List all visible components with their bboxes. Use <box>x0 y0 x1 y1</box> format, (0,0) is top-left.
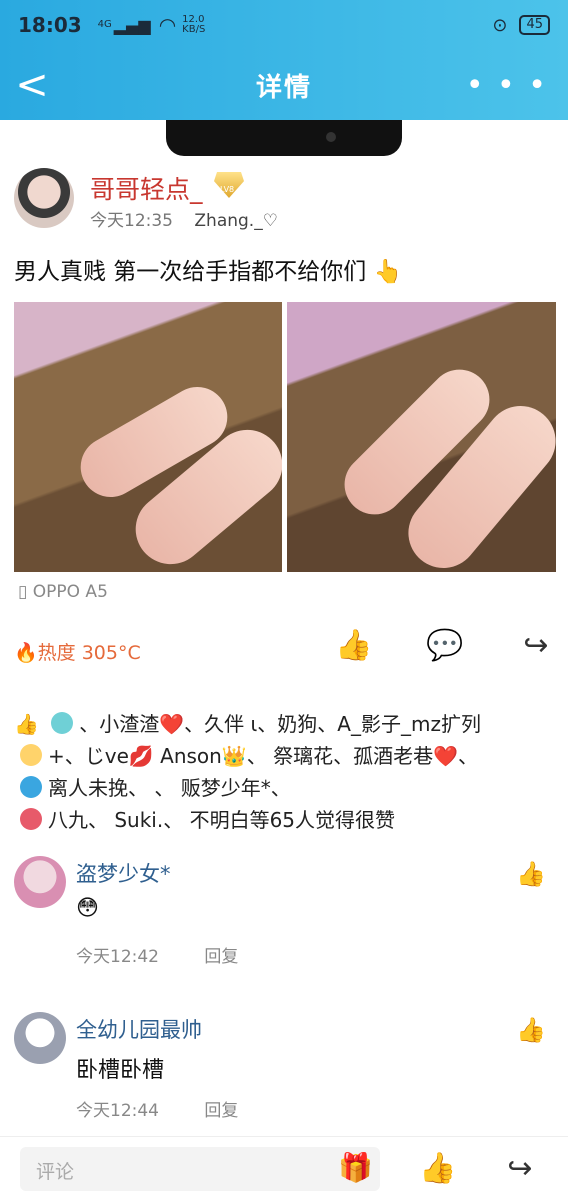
bottom-action-bar: 评论 🎁 👍 ↪ <box>0 1136 568 1200</box>
post-time: 今天12:35 <box>90 211 173 231</box>
commenter-avatar[interactable] <box>14 1012 66 1064</box>
user-avatar-icon[interactable] <box>20 744 42 766</box>
heat-indicator: 🔥热度 305°C <box>14 642 141 664</box>
likes-list: 👍 、小渣渣❤️、久伴 ι、奶狗、A_影子_mz扩列 +、じve💋 Anson👑… <box>14 708 554 836</box>
user-avatar-icon[interactable] <box>51 712 74 734</box>
wifi-icon: ◠ <box>158 13 177 37</box>
share-button[interactable]: ↪ <box>516 626 556 666</box>
share-arrow-icon: ↪ <box>507 1151 533 1186</box>
comment-item: 盗梦少女* 😳 今天12:42 回复 👍 <box>14 856 554 976</box>
like-button[interactable]: 👍 <box>334 626 374 666</box>
comment-input[interactable]: 评论 <box>20 1147 380 1191</box>
gift-icon[interactable]: 🎁 <box>338 1151 373 1184</box>
post-meta: 今天12:35 Zhang._♡ <box>90 206 278 231</box>
user-avatar-icon[interactable] <box>20 776 42 798</box>
post-header: 哥哥轻点_ LV8 今天12:35 Zhang._♡ <box>14 168 554 231</box>
likes-line-4: 八九、 Suki.、 不明白等65人觉得很赞 <box>14 804 554 836</box>
vip-badge-icon: LV8 <box>214 172 244 198</box>
bottom-like-button[interactable]: 👍 <box>418 1149 458 1189</box>
phone-icon: ▯ <box>18 582 28 602</box>
alarm-icon: ⊙ <box>492 14 508 36</box>
comment-text: 卧槽卧槽 <box>76 1058 165 1083</box>
nav-bar: < 详情 • • • <box>0 50 568 120</box>
reply-button[interactable]: 回复 <box>204 1101 238 1121</box>
likes-line-3: 离人未挽、 、 贩梦少年*、 <box>14 772 554 804</box>
likes-text-1[interactable]: 、小渣渣❤️、久伴 ι、奶狗、A_影子_mz扩列 <box>79 712 481 736</box>
likes-line-2: +、じve💋 Anson👑、 祭璃花、孤酒老巷❤️、 <box>14 740 554 772</box>
page-title: 详情 <box>255 72 312 103</box>
signal-icon: ▂▄▆ <box>113 15 151 35</box>
commenter-name[interactable]: 盗梦少女* <box>76 858 171 888</box>
comment-meta: 今天12:42 回复 <box>76 942 238 967</box>
likes-thumb-icon: 👍 <box>14 712 39 736</box>
commenter-name[interactable]: 全幼儿园最帅 <box>76 1014 202 1044</box>
reply-button[interactable]: 回复 <box>204 947 238 967</box>
comment-like-icon[interactable]: 👍 <box>516 1016 546 1044</box>
post-text: 男人真贱 第一次给手指都不给你们 👆 <box>14 259 403 285</box>
likes-line-1: 👍 、小渣渣❤️、久伴 ι、奶狗、A_影子_mz扩列 <box>14 708 554 740</box>
author-avatar[interactable] <box>14 168 74 228</box>
user-avatar-icon[interactable] <box>20 808 42 830</box>
likes-text-3[interactable]: 离人未挽、 、 贩梦少年*、 <box>48 776 291 800</box>
network-speed: 12.0 KB/S <box>182 15 205 35</box>
thumbs-up-icon: 👍 <box>335 628 373 663</box>
back-button[interactable]: < <box>12 60 52 110</box>
author-name[interactable]: 哥哥轻点_ <box>90 170 203 206</box>
comment-button[interactable]: 💬 <box>425 626 465 666</box>
comment-meta: 今天12:44 回复 <box>76 1096 238 1121</box>
comment-bubble-icon: 💬 <box>426 628 464 663</box>
battery-indicator: 45 <box>519 15 550 35</box>
camera-notch <box>166 120 402 156</box>
comment-like-icon[interactable]: 👍 <box>516 860 546 888</box>
comment-time: 今天12:44 <box>76 1101 159 1121</box>
status-time: 18:03 <box>18 13 82 37</box>
device-label: ▯ OPPO A5 <box>18 582 108 602</box>
comment-item: 全幼儿园最帅 卧槽卧槽 今天12:44 回复 👍 <box>14 1012 554 1122</box>
post-photo-2[interactable] <box>287 302 556 572</box>
signal-label: 4G <box>97 19 112 30</box>
thumbs-up-icon: 👍 <box>419 1151 457 1186</box>
status-bar: 18:03 4G ▂▄▆ ◠ 12.0 KB/S ⊙ 45 <box>0 0 568 50</box>
commenter-avatar[interactable] <box>14 856 66 908</box>
likes-text-4[interactable]: 八九、 Suki.、 不明白等65人觉得很赞 <box>48 808 395 832</box>
post-source[interactable]: Zhang._♡ <box>194 211 278 231</box>
device-name: OPPO A5 <box>32 582 108 602</box>
more-options-button[interactable]: • • • <box>466 68 548 103</box>
camera-dot <box>326 132 336 142</box>
bottom-share-button[interactable]: ↪ <box>500 1149 540 1189</box>
post-photo-1[interactable] <box>14 302 282 572</box>
comment-time: 今天12:42 <box>76 947 159 967</box>
likes-text-2[interactable]: +、じve💋 Anson👑、 祭璃花、孤酒老巷❤️、 <box>48 744 478 768</box>
speed-unit: KB/S <box>182 24 206 35</box>
share-arrow-icon: ↪ <box>523 628 549 663</box>
comment-text: 😳 <box>76 896 99 921</box>
